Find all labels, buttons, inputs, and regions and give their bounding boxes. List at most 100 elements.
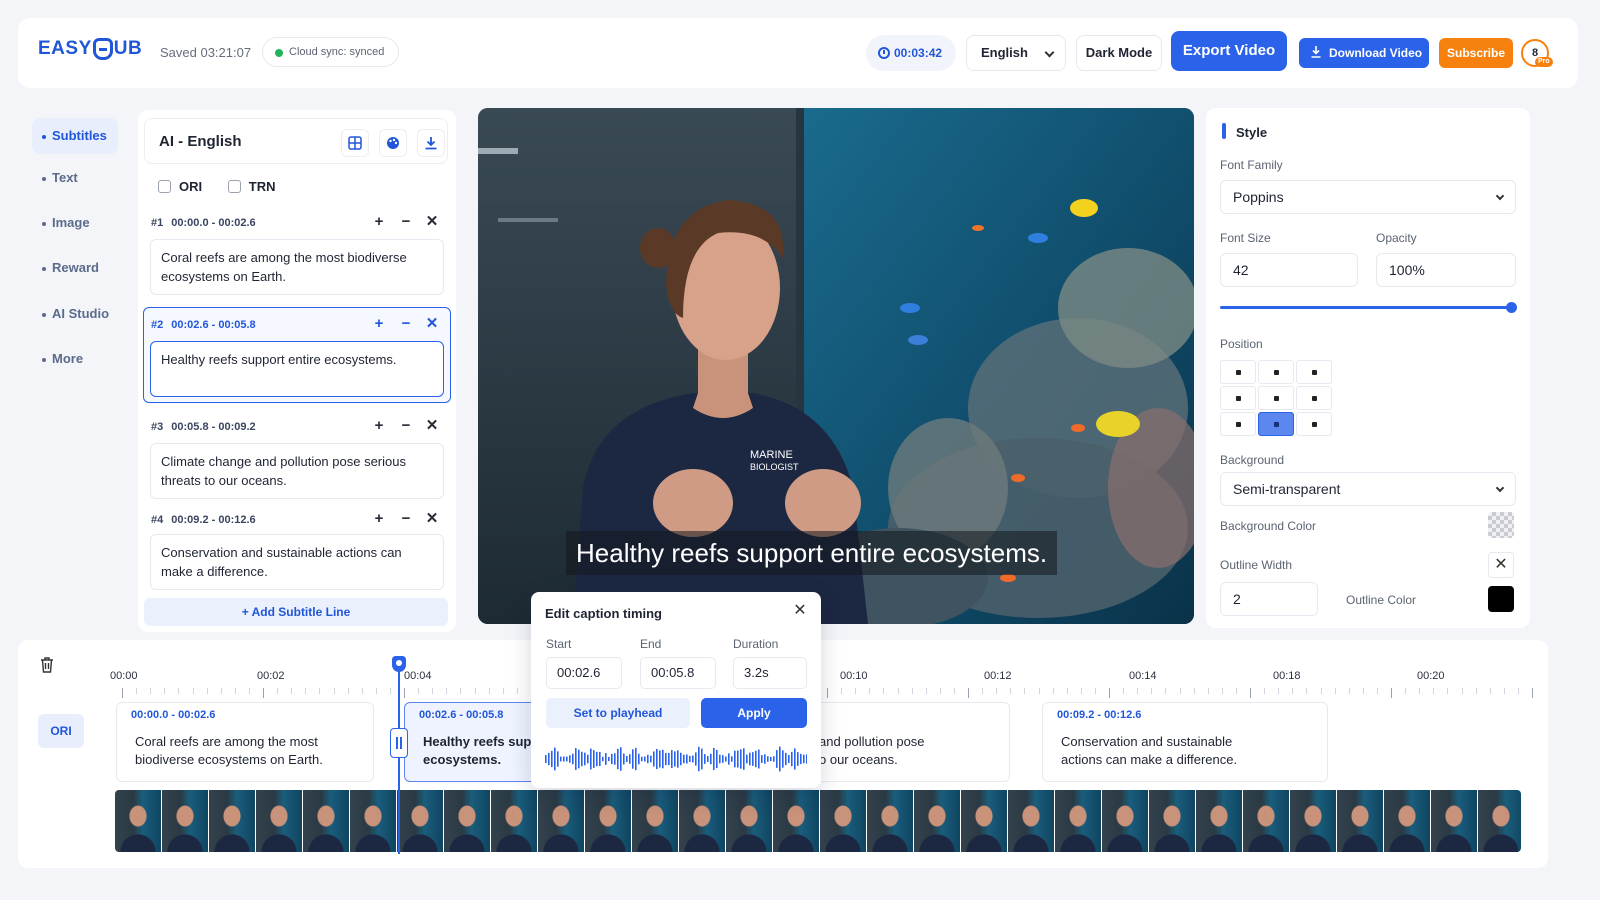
cue-text-input[interactable]: Conservation and sustainable actions can…: [150, 534, 444, 590]
ori-label: ORI: [179, 179, 203, 195]
delete-cue-icon[interactable]: ✕: [424, 511, 440, 527]
clip-line: Coral reefs are among the most: [135, 734, 318, 749]
download-icon: [1311, 46, 1321, 58]
add-cue-icon[interactable]: +: [371, 214, 387, 230]
position-top-left[interactable]: [1220, 360, 1256, 384]
dark-mode-button[interactable]: Dark Mode: [1076, 35, 1162, 71]
position-middle-center[interactable]: [1258, 386, 1294, 410]
set-to-playhead-button[interactable]: Set to playhead: [546, 698, 690, 728]
font-size-input[interactable]: 42: [1220, 253, 1358, 287]
opacity-input[interactable]: 100%: [1376, 253, 1516, 287]
playhead-line[interactable]: [398, 664, 400, 854]
cue-text-input[interactable]: Climate change and pollution pose seriou…: [150, 443, 444, 499]
waveform-bar: [674, 751, 676, 767]
start-time-input[interactable]: 00:02.6: [546, 657, 622, 689]
outline-width-input[interactable]: 2: [1220, 582, 1318, 616]
add-cue-icon[interactable]: +: [371, 316, 387, 332]
nav-item-reward[interactable]: Reward: [32, 250, 118, 286]
cue-text-input[interactable]: Healthy reefs support entire ecosystems.: [150, 341, 444, 397]
waveform-bar: [647, 754, 649, 764]
duration-input[interactable]: 3.2s: [733, 657, 807, 689]
timeline-clip[interactable]: 00:09.2 - 00:12.6 Conservation and susta…: [1042, 702, 1328, 782]
background-color-swatch[interactable]: [1488, 512, 1514, 538]
tick-label: 00:12: [984, 670, 1012, 682]
ruler-tick: [1348, 688, 1350, 694]
position-middle-right[interactable]: [1296, 386, 1332, 410]
trash-icon[interactable]: [40, 657, 54, 673]
apply-button[interactable]: Apply: [701, 698, 807, 728]
playhead-handle[interactable]: [392, 656, 406, 672]
background-select[interactable]: Semi-transparent: [1220, 472, 1516, 506]
slider-thumb[interactable]: [1506, 302, 1517, 313]
cue-number: #3: [151, 421, 164, 433]
ruler-tick: [841, 688, 843, 694]
video-preview[interactable]: MARINE BIOLOGIST Healthy reefs support e…: [478, 108, 1194, 624]
export-video-button[interactable]: Export Video: [1171, 31, 1287, 71]
waveform-bar: [659, 750, 661, 768]
delete-cue-icon[interactable]: ✕: [424, 214, 440, 230]
filmstrip-frame: [444, 790, 490, 852]
ruler-tick: [516, 688, 518, 694]
user-avatar[interactable]: 8 Pro: [1521, 39, 1553, 67]
duration-label: Duration: [733, 637, 779, 651]
ruler-tick: [1405, 688, 1407, 694]
ruler-tick: [418, 688, 420, 694]
ruler-tick: [953, 688, 955, 694]
delete-cue-icon[interactable]: ✕: [424, 316, 440, 332]
tick-label: 00:14: [1129, 670, 1157, 682]
cue-meta: #3 00:05.8 - 00:09.2: [151, 421, 256, 433]
nav-item-more[interactable]: More: [32, 341, 118, 377]
ruler-tick: [1376, 688, 1378, 694]
download-subtitles-button[interactable]: [417, 129, 445, 157]
position-top-center[interactable]: [1258, 360, 1294, 384]
subtitle-list-header: AI - English: [144, 118, 448, 164]
nav-item-subtitles[interactable]: Subtitles: [32, 118, 118, 154]
end-time-input[interactable]: 00:05.8: [640, 657, 716, 689]
add-cue-icon[interactable]: +: [371, 418, 387, 434]
nav-item-image[interactable]: Image: [32, 205, 118, 241]
clip-resize-handle[interactable]: [390, 728, 408, 758]
language-select[interactable]: English: [966, 35, 1066, 71]
ruler-tick: [869, 688, 871, 694]
timeline-clip[interactable]: 00:00.0 - 00:02.6 Coral reefs are among …: [116, 702, 374, 782]
close-icon[interactable]: ✕: [791, 602, 809, 620]
nav-item-text[interactable]: Text: [32, 160, 118, 196]
waveform-bar: [593, 750, 595, 768]
font-family-select[interactable]: Poppins: [1220, 180, 1516, 214]
app-logo[interactable]: EASY UB: [38, 38, 142, 60]
grid-view-button[interactable]: [341, 129, 369, 157]
opacity-slider[interactable]: [1220, 302, 1517, 313]
remove-cue-icon[interactable]: −: [398, 214, 414, 230]
ruler-tick: [1278, 688, 1280, 694]
ruler-tick: [1066, 688, 1068, 694]
download-video-button[interactable]: Download Video: [1299, 38, 1429, 68]
position-bottom-left[interactable]: [1220, 412, 1256, 436]
nav-item-ai-studio[interactable]: AI Studio: [32, 296, 118, 332]
cue-text-input[interactable]: Coral reefs are among the most biodivers…: [150, 239, 444, 295]
palette-button[interactable]: [379, 129, 407, 157]
download-label: Download Video: [1329, 46, 1423, 60]
ruler-tick: [1193, 688, 1195, 694]
remove-cue-icon[interactable]: −: [398, 316, 414, 332]
position-middle-left[interactable]: [1220, 386, 1256, 410]
position-bottom-right[interactable]: [1296, 412, 1332, 436]
outline-color-swatch[interactable]: [1488, 586, 1514, 612]
clear-outline-icon[interactable]: ✕: [1488, 552, 1514, 578]
remove-cue-icon[interactable]: −: [398, 418, 414, 434]
ruler-tick: [375, 688, 377, 694]
add-cue-icon[interactable]: +: [371, 511, 387, 527]
trn-checkbox[interactable]: [227, 180, 241, 194]
time-ruler[interactable]: [122, 688, 1533, 698]
position-top-right[interactable]: [1296, 360, 1332, 384]
track-label-ori[interactable]: ORI: [38, 714, 84, 748]
waveform-bar: [545, 755, 547, 763]
tick-label: 00:10: [840, 670, 868, 682]
position-bottom-center[interactable]: [1258, 412, 1294, 436]
delete-cue-icon[interactable]: ✕: [424, 418, 440, 434]
ruler-tick: [897, 688, 899, 694]
add-subtitle-line-button[interactable]: + Add Subtitle Line: [144, 598, 448, 626]
subscribe-button[interactable]: Subscribe: [1439, 38, 1513, 68]
ori-checkbox[interactable]: [158, 180, 171, 194]
remove-cue-icon[interactable]: −: [398, 511, 414, 527]
video-filmstrip[interactable]: [115, 790, 1521, 852]
